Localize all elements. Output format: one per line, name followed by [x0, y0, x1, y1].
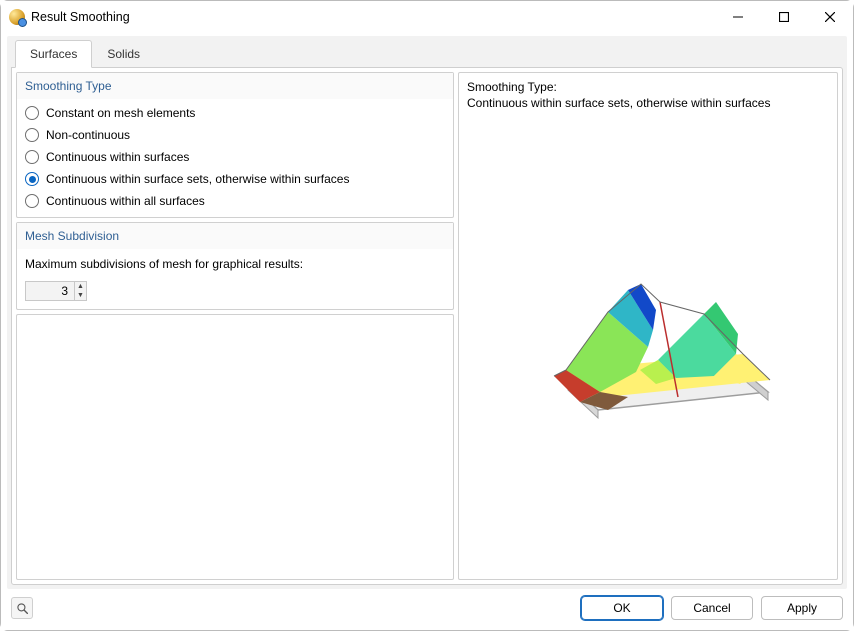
radio-constant-on-mesh[interactable]: Constant on mesh elements [25, 105, 445, 121]
dialog-footer: OK Cancel Apply [1, 592, 853, 630]
preview-viewport [467, 111, 829, 573]
radio-label: Continuous within surfaces [46, 150, 189, 164]
stepper-down-icon[interactable]: ▼ [75, 291, 86, 300]
close-button[interactable] [807, 1, 853, 33]
subdivision-stepper[interactable]: 3 ▲ ▼ [25, 281, 87, 301]
tab-content: Smoothing Type Constant on mesh elements… [11, 67, 843, 585]
subdivision-label: Maximum subdivisions of mesh for graphic… [25, 257, 445, 271]
tab-solids[interactable]: Solids [92, 40, 155, 68]
radio-label: Non-continuous [46, 128, 130, 142]
radio-non-continuous[interactable]: Non-continuous [25, 127, 445, 143]
window-title: Result Smoothing [31, 10, 130, 24]
app-icon [9, 9, 25, 25]
preview-description: Continuous within surface sets, otherwis… [467, 95, 829, 111]
radio-continuous-surface-sets[interactable]: Continuous within surface sets, otherwis… [25, 171, 445, 187]
minimize-icon [733, 12, 743, 22]
maximize-button[interactable] [761, 1, 807, 33]
tab-strip: Surfaces Solids [11, 40, 843, 68]
radio-continuous-all-surfaces[interactable]: Continuous within all surfaces [25, 193, 445, 209]
title-bar: Result Smoothing [1, 1, 853, 33]
radio-icon [25, 128, 39, 142]
smoothing-type-group: Smoothing Type Constant on mesh elements… [16, 72, 454, 218]
radio-icon [25, 194, 39, 208]
dialog-frame: Surfaces Solids Smoothing Type Constant … [7, 36, 847, 589]
stepper-arrows: ▲ ▼ [74, 282, 86, 300]
window-buttons [715, 1, 853, 33]
radio-label: Continuous within surface sets, otherwis… [46, 172, 349, 186]
radio-icon [25, 106, 39, 120]
radio-icon [25, 172, 39, 186]
smoothing-type-header: Smoothing Type [17, 73, 453, 99]
help-button[interactable] [11, 597, 33, 619]
preview-panel: Smoothing Type: Continuous within surfac… [458, 72, 838, 580]
help-icon [16, 602, 29, 615]
preview-label: Smoothing Type: [467, 79, 829, 95]
close-icon [825, 12, 835, 22]
subdivision-value: 3 [26, 282, 74, 300]
ok-button[interactable]: OK [581, 596, 663, 620]
mesh-subdivision-header: Mesh Subdivision [17, 223, 453, 249]
radio-continuous-within-surfaces[interactable]: Continuous within surfaces [25, 149, 445, 165]
maximize-icon [779, 12, 789, 22]
radio-icon [25, 150, 39, 164]
cancel-button[interactable]: Cancel [671, 596, 753, 620]
mesh-subdivision-group: Mesh Subdivision Maximum subdivisions of… [16, 222, 454, 310]
tab-surfaces[interactable]: Surfaces [15, 40, 92, 68]
apply-button[interactable]: Apply [761, 596, 843, 620]
stepper-up-icon[interactable]: ▲ [75, 282, 86, 291]
left-column: Smoothing Type Constant on mesh elements… [16, 72, 454, 580]
surface-plot-icon [508, 252, 788, 432]
left-empty-panel [16, 314, 454, 580]
minimize-button[interactable] [715, 1, 761, 33]
radio-label: Constant on mesh elements [46, 106, 195, 120]
radio-label: Continuous within all surfaces [46, 194, 205, 208]
